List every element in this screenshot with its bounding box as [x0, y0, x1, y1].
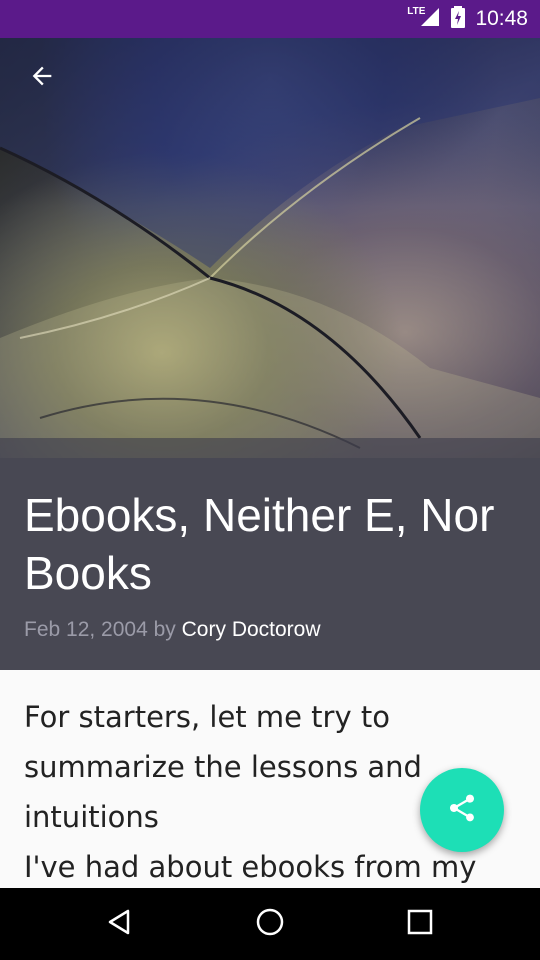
network-type: LTE — [407, 5, 426, 17]
navigation-bar — [0, 888, 540, 960]
status-bar: LTE 10:48 — [0, 0, 540, 38]
nav-home-button[interactable] — [230, 888, 310, 960]
hero-image — [0, 38, 540, 458]
nav-home-icon — [255, 907, 285, 941]
back-button[interactable] — [22, 58, 62, 98]
book-illustration — [0, 38, 540, 458]
arrow-back-icon — [28, 62, 56, 94]
article-title: Ebooks, Neither E, Nor Books — [24, 489, 495, 599]
nav-back-button[interactable] — [80, 888, 160, 960]
nav-recents-icon — [407, 909, 433, 939]
status-bar-right: LTE 10:48 — [407, 0, 528, 38]
article-byline: Feb 12, 2004 by Cory Doctorow — [24, 618, 321, 642]
battery-icon — [451, 6, 466, 32]
article-author[interactable]: Cory Doctorow — [182, 618, 321, 641]
article-date: Feb 12, 2004 — [24, 618, 148, 641]
article-header: Ebooks, Neither E, Nor Books Feb 12, 200… — [0, 458, 540, 670]
share-button[interactable] — [420, 768, 504, 852]
byline-by: by — [153, 618, 176, 641]
share-icon — [446, 792, 478, 828]
status-time: 10:48 — [475, 7, 528, 30]
nav-back-icon — [106, 908, 134, 940]
nav-recents-button[interactable] — [380, 888, 460, 960]
